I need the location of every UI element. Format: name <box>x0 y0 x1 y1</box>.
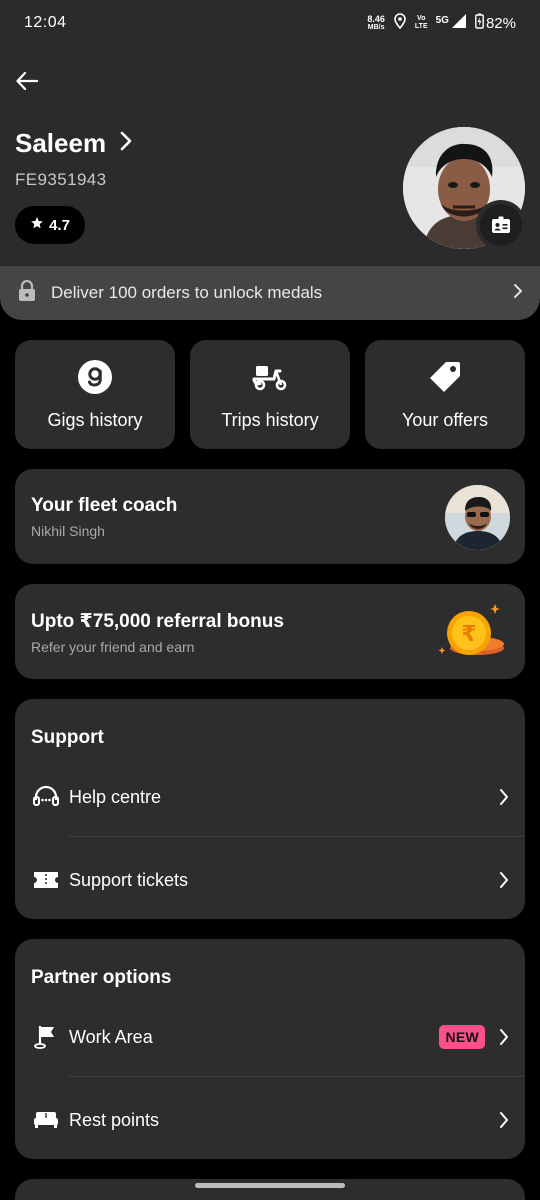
id-card-button-inner <box>480 204 522 246</box>
support-section: Support Help centre Support tickets <box>15 699 525 919</box>
tile-label: Gigs history <box>47 410 143 430</box>
work-area-row[interactable]: Work Area NEW <box>15 1007 525 1067</box>
support-title: Support <box>31 727 104 748</box>
volte-indicator: Vo LTE <box>415 15 428 31</box>
profile-name-link[interactable]: Saleem <box>15 128 132 159</box>
svg-text:₹: ₹ <box>461 622 476 647</box>
fleet-coach-text: Your fleet coach Nikhil Singh <box>31 495 177 539</box>
fleet-coach-title: Your fleet coach <box>31 495 178 516</box>
referral-title: Upto ₹75,000 referral bonus <box>31 611 284 632</box>
chevron-right-icon <box>499 871 509 889</box>
chevron-right-icon <box>120 131 132 156</box>
status-time: 12:04 <box>24 14 67 31</box>
partner-options-section: Partner options Work Area NEW Rest point… <box>15 939 525 1159</box>
battery-level: 82% <box>485 14 516 32</box>
fleet-coach-name: Nikhil Singh <box>31 523 105 539</box>
profile-header: 12:04 8.46 MB/s Vo LTE 5G 82% Saleem FE9… <box>0 0 540 320</box>
signal-icon <box>451 13 467 33</box>
tile-gigs-history[interactable]: Gigs history <box>15 340 175 449</box>
status-bar: 12:04 8.46 MB/s Vo LTE 5G 82% <box>0 0 540 46</box>
status-indicators: 8.46 MB/s Vo LTE 5G 82% <box>367 13 516 33</box>
network-speed: 8.46 MB/s <box>367 13 385 32</box>
chevron-right-icon <box>499 1111 509 1129</box>
network-speed-unit: MB/s <box>367 23 385 31</box>
rupee-coin-icon: ₹ <box>437 602 507 669</box>
back-arrow-icon <box>16 72 38 90</box>
tile-your-offers[interactable]: Your offers <box>365 340 525 449</box>
bed-icon <box>31 1111 61 1129</box>
divider <box>68 1076 525 1077</box>
rest-points-row[interactable]: Rest points <box>15 1090 525 1150</box>
profile-name: Saleem <box>15 128 107 158</box>
divider <box>68 836 525 837</box>
referral-subtitle: Refer your friend and earn <box>31 639 195 655</box>
unlock-medals-banner[interactable]: Deliver 100 orders to unlock medals <box>0 266 540 320</box>
unlock-medals-text: Deliver 100 orders to unlock medals <box>51 283 323 302</box>
partner-id: FE9351943 <box>15 170 107 189</box>
home-indicator[interactable] <box>195 1183 345 1188</box>
ticket-icon <box>31 870 61 890</box>
rating-value: 4.7 <box>49 216 70 234</box>
help-centre-row[interactable]: Help centre <box>15 767 525 827</box>
support-tickets-label: Support tickets <box>69 869 189 890</box>
flag-icon <box>31 1024 61 1050</box>
support-tickets-row[interactable]: Support tickets <box>15 850 525 910</box>
back-button[interactable] <box>10 64 44 98</box>
new-badge: NEW <box>439 1025 485 1049</box>
referral-text: Upto ₹75,000 referral bonus Refer your f… <box>31 610 284 655</box>
network-type: 5G <box>435 14 449 26</box>
location-icon <box>393 13 407 33</box>
rating-badge: 4.7 <box>15 206 85 244</box>
lock-icon <box>17 279 37 307</box>
id-card-icon <box>492 216 510 233</box>
volte-bottom: LTE <box>414 23 428 30</box>
chevron-right-icon <box>499 1028 509 1046</box>
chevron-right-icon <box>499 788 509 806</box>
battery-icon <box>475 13 484 33</box>
partner-options-title: Partner options <box>31 967 172 988</box>
headset-icon <box>31 785 61 809</box>
fleet-coach-card[interactable]: Your fleet coach Nikhil Singh <box>15 469 525 564</box>
work-area-label: Work Area <box>69 1026 153 1047</box>
referral-bonus-card[interactable]: Upto ₹75,000 referral bonus Refer your f… <box>15 584 525 679</box>
chevron-right-icon <box>513 283 523 304</box>
scooter-icon <box>252 360 288 394</box>
gigs-icon <box>78 360 112 394</box>
volte-top: Vo <box>417 15 426 22</box>
tile-label: Trips history <box>221 410 319 430</box>
help-centre-label: Help centre <box>69 786 162 807</box>
tag-icon <box>428 360 462 394</box>
network-speed-value: 8.46 <box>367 13 385 24</box>
star-icon <box>30 216 44 234</box>
profile-screen: 12:04 8.46 MB/s Vo LTE 5G 82% Saleem FE9… <box>0 0 540 1200</box>
rest-points-label: Rest points <box>69 1109 160 1130</box>
coach-avatar <box>445 485 510 550</box>
id-card-button[interactable] <box>476 200 526 250</box>
tile-label: Your offers <box>401 410 489 430</box>
coach-avatar-image <box>445 485 510 550</box>
tile-trips-history[interactable]: Trips history <box>190 340 350 449</box>
